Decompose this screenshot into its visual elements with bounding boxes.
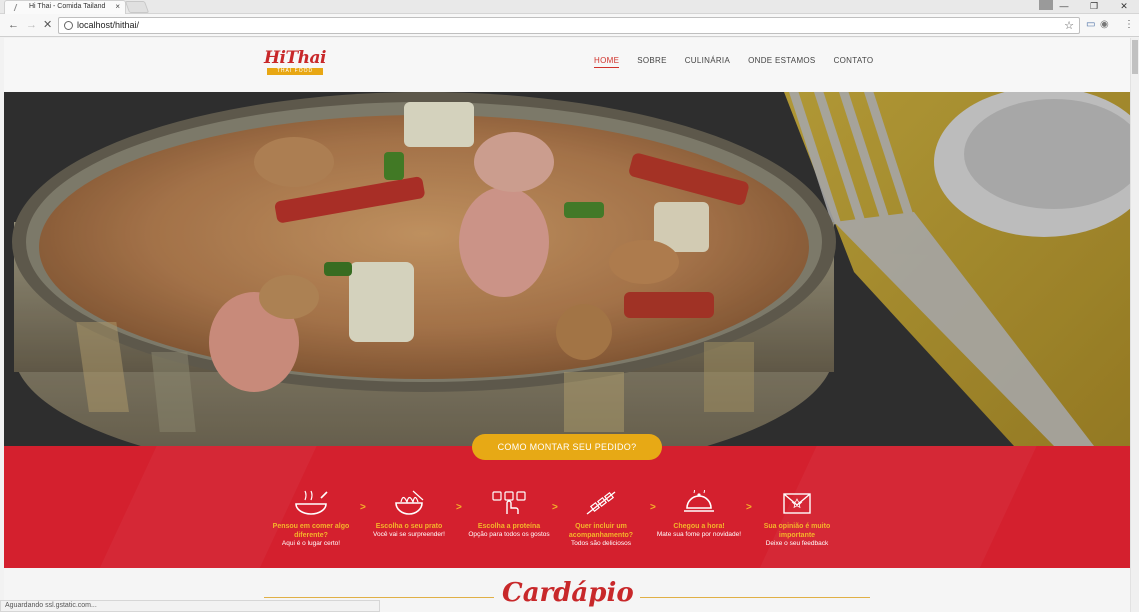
step-subtitle: Você vai se surpreender! <box>373 531 445 538</box>
browser-status-bar: Aguardando ssl.gstatic.com... <box>0 600 380 612</box>
hero-image <box>4 92 1130 446</box>
step-item: Chegou a hora! Mate sua fome por novidad… <box>650 490 748 539</box>
restore-button[interactable]: ❐ <box>1079 0 1109 14</box>
tab-title: Hi Thai - Comida Tailand <box>29 3 106 10</box>
window-controls: — ❐ ✕ <box>1049 0 1139 14</box>
step-title: Sua opinião é muito importante <box>763 523 831 539</box>
nav-culinaria[interactable]: CULINÁRIA <box>685 56 730 68</box>
how-to-order-button[interactable]: COMO MONTAR SEU PEDIDO? <box>472 434 662 460</box>
step-subtitle: Todos são deliciosos <box>571 540 631 547</box>
logo-text: HiThai <box>264 48 327 68</box>
site-logo[interactable]: HiThai THAI FOOD <box>264 48 328 80</box>
nav-sobre[interactable]: SOBRE <box>637 56 667 68</box>
browser-toolbar: ← → ✕ localhost/hithai/ ☆ ▭ ◉ ⋮ <box>0 14 1139 37</box>
step-title: Pensou em comer algo diferente? <box>272 523 350 539</box>
extension-icon[interactable]: ◉ <box>1100 19 1109 30</box>
step-title: Escolha a proteína <box>477 523 541 530</box>
skewer-icon <box>586 491 616 515</box>
page-scrollbar[interactable] <box>1130 38 1139 612</box>
new-tab-button[interactable] <box>124 1 150 13</box>
step-subtitle: Opção para todos os gostos <box>468 531 550 538</box>
divider <box>640 597 870 598</box>
step-item: Sua opinião é muito importante Deixe o s… <box>748 490 846 548</box>
step-subtitle: Deixe o seu feedback <box>765 540 829 547</box>
nav-home[interactable]: HOME <box>594 56 620 68</box>
wok-icon <box>295 490 328 515</box>
browser-tab-strip: Hi Thai - Comida Tailand × — ❐ ✕ <box>0 0 1139 14</box>
step-title: Quer incluir um acompanhamento? <box>568 523 634 539</box>
step-subtitle: Mate sua fome por novidade! <box>656 531 742 538</box>
extension-cast-icon[interactable]: ▭ <box>1086 19 1095 30</box>
section-title: Cardápio <box>502 578 634 608</box>
tab-close-icon[interactable]: × <box>115 2 120 11</box>
noodle-bowl-icon <box>395 490 424 515</box>
main-nav: HOME SOBRE CULINÁRIA ONDE ESTAMOS CONTAT… <box>594 56 873 68</box>
bookmark-star-icon[interactable]: ☆ <box>1064 19 1074 32</box>
cloche-icon <box>684 490 714 512</box>
logo-subtitle: THAI FOOD <box>267 68 323 75</box>
step-title: Escolha o seu prato <box>375 523 443 530</box>
step-item: Escolha o seu prato Você vai se surpreen… <box>360 490 458 539</box>
forward-icon[interactable]: → <box>26 18 37 32</box>
stop-loading-icon[interactable]: ✕ <box>43 18 52 32</box>
back-icon[interactable]: ← <box>8 18 19 32</box>
order-steps-section: Pensou em comer algo diferente? Aqui é o… <box>4 446 1130 568</box>
page-loading-icon <box>13 4 24 11</box>
step-subtitle: Aqui é o lugar certo! <box>281 540 341 547</box>
page-viewport: HiThai THAI FOOD HOME SOBRE CULINÁRIA ON… <box>4 38 1130 612</box>
step-title: Chegou a hora! <box>673 523 725 530</box>
hero-food-photo <box>4 92 1130 446</box>
url-text[interactable]: localhost/hithai/ <box>77 20 139 30</box>
address-bar[interactable]: localhost/hithai/ ☆ <box>58 17 1080 34</box>
step-item: Pensou em comer algo diferente? Aqui é o… <box>262 490 360 548</box>
choice-icon <box>492 491 526 514</box>
step-item: Quer incluir um acompanhamento? Todos sã… <box>552 490 650 548</box>
minimize-button[interactable]: — <box>1049 0 1079 14</box>
scrollbar-thumb[interactable] <box>1132 40 1138 74</box>
nav-onde-estamos[interactable]: ONDE ESTAMOS <box>748 56 815 68</box>
envelope-icon <box>783 493 811 514</box>
browser-menu-icon[interactable]: ⋮ <box>1124 19 1134 30</box>
close-window-button[interactable]: ✕ <box>1109 0 1139 14</box>
nav-contato[interactable]: CONTATO <box>834 56 874 68</box>
step-item: Escolha a proteína Opção para todos os g… <box>460 490 558 539</box>
browser-tab[interactable]: Hi Thai - Comida Tailand × <box>4 0 126 14</box>
divider <box>264 597 494 598</box>
page-info-icon[interactable] <box>64 21 73 30</box>
site-header: HiThai THAI FOOD HOME SOBRE CULINÁRIA ON… <box>4 38 1130 92</box>
